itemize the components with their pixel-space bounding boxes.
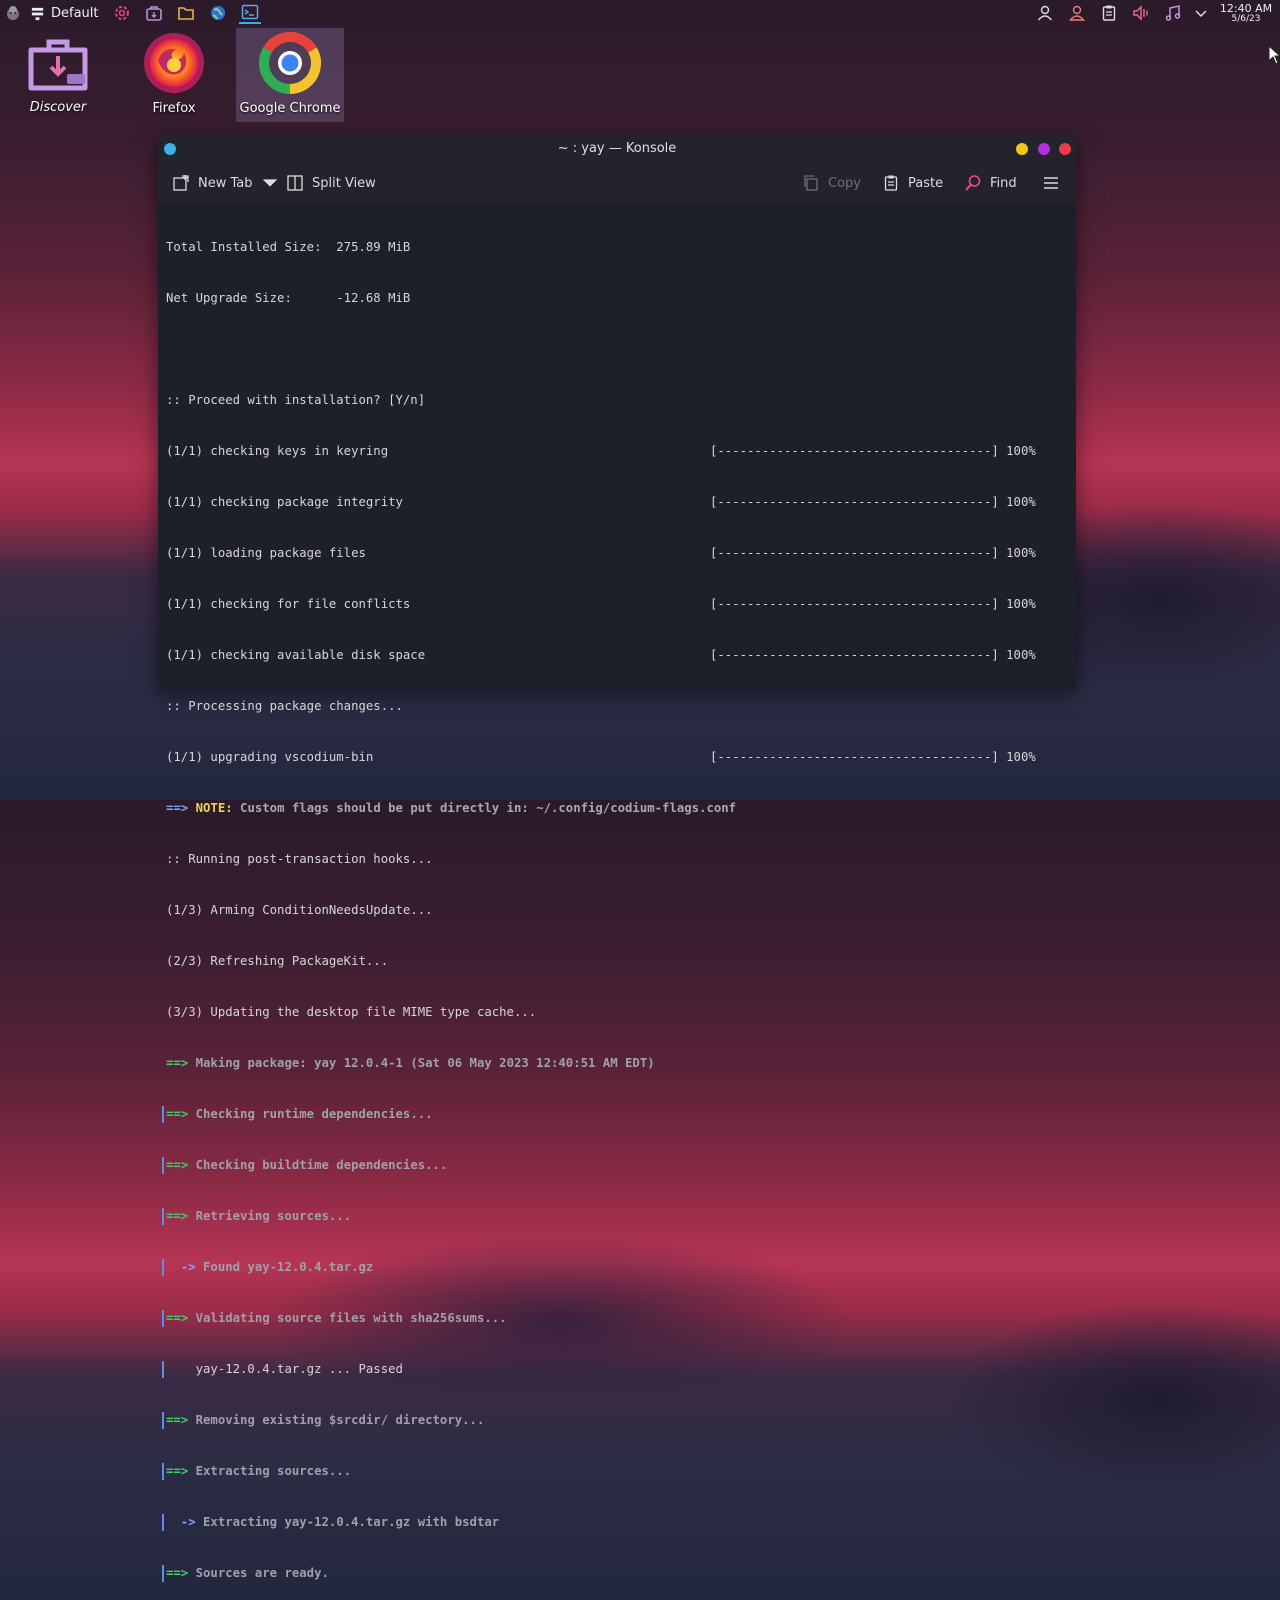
terminal-line: ==> Validating source files with sha256s… (162, 1310, 1068, 1327)
hamburger-menu-icon (1044, 177, 1058, 189)
clock-time: 12:40 AM (1219, 1, 1273, 15)
desktop-icon-label: Firefox (152, 101, 196, 116)
new-tab-icon (173, 175, 189, 191)
paste-icon (884, 175, 898, 191)
discover-icon (28, 39, 88, 91)
terminal-line: ==> Checking runtime dependencies... (162, 1106, 1068, 1123)
chevron-down-icon[interactable] (1194, 2, 1208, 24)
terminal-line: -> Extracting yay-12.0.4.tar.gz with bsd… (162, 1514, 1068, 1531)
konsole-taskbar-icon[interactable] (238, 2, 261, 24)
terminal-line: (1/1) checking for file conflicts [------… (166, 597, 1036, 611)
user-switch-icon[interactable] (1066, 2, 1088, 24)
terminal-line: ==> Removing existing $srcdir/ directory… (162, 1412, 1068, 1429)
copy-icon (804, 175, 818, 191)
digital-clock[interactable]: 12:40 AM 5/6/23 (1218, 3, 1274, 24)
clock-date: 5/6/23 (1231, 13, 1261, 24)
progress-bar-text: [-------------------------------------] … (710, 546, 1036, 560)
top-panel: Default 12:40 AM 5/6/23 (0, 0, 1280, 26)
copy-button[interactable]: Copy (802, 171, 861, 195)
terminal-line: ==> Sources are ready. (162, 1565, 1068, 1582)
new-tab-button[interactable]: New Tab (172, 171, 279, 195)
terminal-note-line: ==> NOTE: Custom flags should be put dir… (166, 801, 737, 815)
konsole-window: ~ : yay — Konsole New Tab Split View Cop… (158, 135, 1076, 1582)
close-button[interactable] (1059, 143, 1071, 155)
terminal-line: (2/3) Refreshing PackageKit... (166, 954, 389, 968)
activity-switcher[interactable]: Default (30, 6, 99, 21)
terminal-line: (1/1) loading package files [------------… (166, 546, 1036, 560)
desktop-icon-discover[interactable]: Discover (4, 28, 112, 122)
progress-bar-text: [-------------------------------------] … (710, 648, 1036, 662)
browser-globe-icon[interactable] (207, 2, 229, 24)
progress-bar-text: [-------------------------------------] … (710, 495, 1036, 509)
dropdown-arrow-icon[interactable] (261, 174, 279, 192)
find-button[interactable]: Find (964, 171, 1017, 195)
split-view-icon (287, 175, 303, 191)
find-label: Find (990, 175, 1017, 191)
terminal-line: -> Found yay-12.0.4.tar.gz (162, 1259, 1068, 1276)
settings-gear-icon[interactable] (111, 2, 133, 24)
terminal-output[interactable]: Total Installed Size: 275.89 MiB Net Upg… (158, 203, 1076, 1582)
hamburger-menu-button[interactable] (1042, 171, 1060, 195)
activity-icon (31, 7, 44, 20)
terminal-line: (3/3) Updating the desktop file MIME typ… (166, 1005, 537, 1019)
terminal-line: :: Processing package changes... (166, 699, 403, 713)
terminal-line: (1/3) Arming ConditionNeedsUpdate... (166, 903, 433, 917)
minimize-button[interactable] (1016, 143, 1028, 155)
mouse-pointer-icon (1268, 45, 1280, 65)
progress-bar-text: [-------------------------------------] … (710, 750, 1036, 764)
new-tab-label: New Tab (198, 175, 253, 191)
application-launcher-icon[interactable] (2, 2, 24, 24)
terminal-line: :: Running post-transaction hooks... (166, 852, 433, 866)
terminal-line: yay-12.0.4.tar.gz ... Passed (162, 1361, 1068, 1378)
terminal-line: (1/1) checking keys in keyring [---------… (166, 444, 1036, 458)
window-titlebar[interactable]: ~ : yay — Konsole (158, 135, 1076, 163)
terminal-line: ==> Extracting sources... (162, 1463, 1068, 1480)
terminal-line: (1/1) checking package integrity [-------… (166, 495, 1036, 509)
progress-bar-text: [-------------------------------------] … (710, 444, 1036, 458)
terminal-line: Total Installed Size: 275.89 MiB (166, 240, 411, 254)
split-view-button[interactable]: Split View (286, 171, 376, 195)
firefox-icon (144, 33, 204, 93)
terminal-line: ==> Checking buildtime dependencies... (162, 1157, 1068, 1174)
window-title: ~ : yay — Konsole (557, 141, 677, 156)
media-player-icon[interactable] (1162, 2, 1184, 24)
paste-button[interactable]: Paste (882, 171, 943, 195)
terminal-line: :: Proceed with installation? [Y/n] (166, 393, 426, 407)
terminal-line: ==> Retrieving sources... (162, 1208, 1068, 1225)
terminal-line: Net Upgrade Size: -12.68 MiB (166, 291, 411, 305)
chrome-icon (259, 31, 321, 94)
desktop-icon-label: Google Chrome (239, 101, 341, 116)
clipboard-icon[interactable] (1098, 2, 1120, 24)
terminal-line: (1/1) upgrading vscodium-bin [-----------… (166, 750, 1036, 764)
folder-icon[interactable] (175, 2, 197, 24)
desktop-icon-google-chrome[interactable]: Google Chrome (236, 28, 344, 122)
user-icon[interactable] (1034, 2, 1056, 24)
maximize-button[interactable] (1038, 143, 1050, 155)
progress-bar-text: [-------------------------------------] … (710, 597, 1036, 611)
desktop-icon-label: Discover (29, 100, 87, 115)
terminal-line: (1/1) checking available disk space [----… (166, 648, 1036, 662)
search-icon (965, 175, 981, 191)
activity-label: Default (51, 5, 99, 21)
paste-label: Paste (908, 175, 944, 191)
split-view-label: Split View (312, 175, 376, 191)
desktop-icon-firefox[interactable]: Firefox (120, 28, 228, 122)
volume-muted-icon[interactable] (1130, 2, 1152, 24)
terminal-line: ==> Making package: yay 12.0.4-1 (Sat 06… (166, 1056, 655, 1070)
konsole-toolbar: New Tab Split View Copy Paste Find (158, 163, 1076, 203)
copy-label: Copy (828, 175, 861, 191)
discover-taskbar-icon[interactable] (143, 2, 165, 24)
